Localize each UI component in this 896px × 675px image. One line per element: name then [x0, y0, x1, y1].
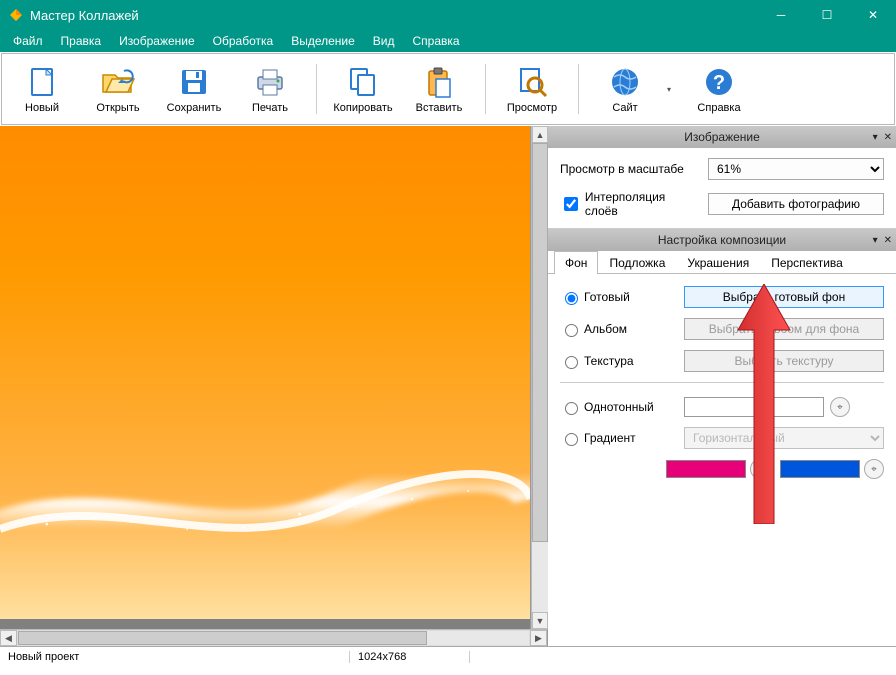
view-button[interactable]: Просмотр	[498, 56, 566, 122]
close-panel-icon[interactable]: ✕	[884, 235, 892, 246]
eyedropper-icon[interactable]: ⌖	[830, 397, 850, 417]
separator	[560, 382, 884, 383]
solid-color-swatch[interactable]	[684, 397, 824, 417]
horizontal-scrollbar[interactable]: ◀ ▶	[0, 629, 548, 646]
menu-help[interactable]: Справка	[406, 32, 467, 50]
scroll-down-icon[interactable]: ▼	[532, 612, 548, 629]
scroll-right-icon[interactable]: ▶	[530, 630, 547, 646]
side-panels: Изображение ▾ ✕ Просмотр в масштабе 61% И…	[548, 126, 896, 646]
menubar: Файл Правка Изображение Обработка Выделе…	[0, 30, 896, 52]
eyedropper-icon[interactable]: ⌖	[750, 459, 770, 479]
panel-image-header[interactable]: Изображение ▾ ✕	[548, 126, 896, 148]
globe-icon	[607, 64, 643, 100]
tab-background[interactable]: Фон	[554, 251, 598, 274]
radio-album[interactable]	[565, 324, 578, 337]
radio-texture[interactable]	[565, 356, 578, 369]
add-photo-button[interactable]: Добавить фотографию	[708, 193, 884, 215]
canvas-wave-graphic	[0, 429, 530, 589]
gradient-color2-swatch[interactable]	[780, 460, 860, 478]
site-button[interactable]: Сайт	[591, 56, 659, 122]
canvas-column: ▲ ▼ ◀ ▶	[0, 126, 548, 646]
radio-solid-label: Однотонный	[584, 400, 684, 414]
panel-composition-header[interactable]: Настройка композиции ▾ ✕	[548, 229, 896, 251]
select-album-button: Выбрать альбом для фона	[684, 318, 884, 340]
tab-underlay[interactable]: Подложка	[598, 251, 676, 274]
radio-album-label: Альбом	[584, 322, 684, 336]
collapse-icon[interactable]: ▾	[873, 132, 878, 143]
interpolate-checkbox-label[interactable]: Интерполяция слоёв	[560, 190, 700, 218]
save-icon	[176, 64, 212, 100]
select-ready-bg-button[interactable]: Выбрать готовый фон	[684, 286, 884, 308]
paste-icon	[421, 64, 457, 100]
panel-composition-title: Настройка композиции	[658, 233, 786, 247]
new-button[interactable]: Новый	[8, 56, 76, 122]
svg-text:?: ?	[713, 72, 725, 94]
menu-view[interactable]: Вид	[366, 32, 402, 50]
collapse-icon[interactable]: ▾	[873, 235, 878, 246]
scrollbar-thumb[interactable]	[532, 143, 548, 542]
radio-ready[interactable]	[565, 292, 578, 305]
tab-decor[interactable]: Украшения	[676, 251, 760, 274]
radio-gradient-label: Градиент	[584, 431, 684, 445]
panel-image-body: Просмотр в масштабе 61% Интерполяция сло…	[548, 148, 896, 229]
scroll-left-icon[interactable]: ◀	[0, 630, 17, 646]
open-folder-icon	[100, 64, 136, 100]
radio-ready-label: Готовый	[584, 290, 684, 304]
toolbar-separator	[316, 64, 317, 114]
work-area: ▲ ▼ ◀ ▶ Изображение ▾ ✕ Просмотр в масшта…	[0, 126, 896, 646]
toolbar: Новый Открыть Сохранить Печать Копироват…	[1, 53, 895, 125]
maximize-button[interactable]: ☐	[804, 0, 850, 30]
help-icon: ?	[701, 64, 737, 100]
status-dimensions: 1024x768	[350, 651, 470, 663]
toolbar-separator	[485, 64, 486, 114]
vertical-scrollbar[interactable]: ▲ ▼	[531, 126, 548, 629]
toolbar-separator	[578, 64, 579, 114]
magnify-icon	[514, 64, 550, 100]
app-icon	[8, 7, 24, 23]
radio-gradient[interactable]	[565, 433, 578, 446]
scrollbar-thumb[interactable]	[18, 631, 427, 645]
statusbar: Новый проект 1024x768	[0, 646, 896, 666]
print-icon	[252, 64, 288, 100]
close-panel-icon[interactable]: ✕	[884, 132, 892, 143]
gradient-color1-swatch[interactable]	[666, 460, 746, 478]
titlebar: Мастер Коллажей ─ ☐ ✕	[0, 0, 896, 30]
radio-solid[interactable]	[565, 402, 578, 415]
copy-button[interactable]: Копировать	[329, 56, 397, 122]
menu-file[interactable]: Файл	[6, 32, 50, 50]
composition-body: Готовый Выбрать готовый фон Альбом Выбра…	[548, 274, 896, 491]
status-project: Новый проект	[0, 651, 350, 663]
dropdown-icon[interactable]: ▾	[667, 85, 677, 94]
gradient-type-select: Горизонтальный	[684, 427, 884, 449]
window-title: Мастер Коллажей	[30, 8, 758, 23]
menu-selection[interactable]: Выделение	[284, 32, 362, 50]
copy-icon	[345, 64, 381, 100]
canvas[interactable]	[0, 126, 531, 629]
close-button[interactable]: ✕	[850, 0, 896, 30]
scale-select[interactable]: 61%	[708, 158, 884, 180]
minimize-button[interactable]: ─	[758, 0, 804, 30]
save-button[interactable]: Сохранить	[160, 56, 228, 122]
radio-texture-label: Текстура	[584, 354, 684, 368]
menu-image[interactable]: Изображение	[112, 32, 202, 50]
paste-button[interactable]: Вставить	[405, 56, 473, 122]
help-button[interactable]: ? Справка	[685, 56, 753, 122]
composition-tabs: Фон Подложка Украшения Перспектива	[548, 251, 896, 274]
panel-image-title: Изображение	[684, 130, 760, 144]
interpolate-checkbox[interactable]	[564, 197, 578, 211]
new-file-icon	[24, 64, 60, 100]
eyedropper-icon[interactable]: ⌖	[864, 459, 884, 479]
scroll-up-icon[interactable]: ▲	[532, 126, 548, 143]
tab-perspective[interactable]: Перспектива	[760, 251, 854, 274]
menu-edit[interactable]: Правка	[54, 32, 109, 50]
select-texture-button: Выбрать текстуру	[684, 350, 884, 372]
scale-label: Просмотр в масштабе	[560, 162, 700, 176]
menu-process[interactable]: Обработка	[206, 32, 281, 50]
print-button[interactable]: Печать	[236, 56, 304, 122]
open-button[interactable]: Открыть	[84, 56, 152, 122]
